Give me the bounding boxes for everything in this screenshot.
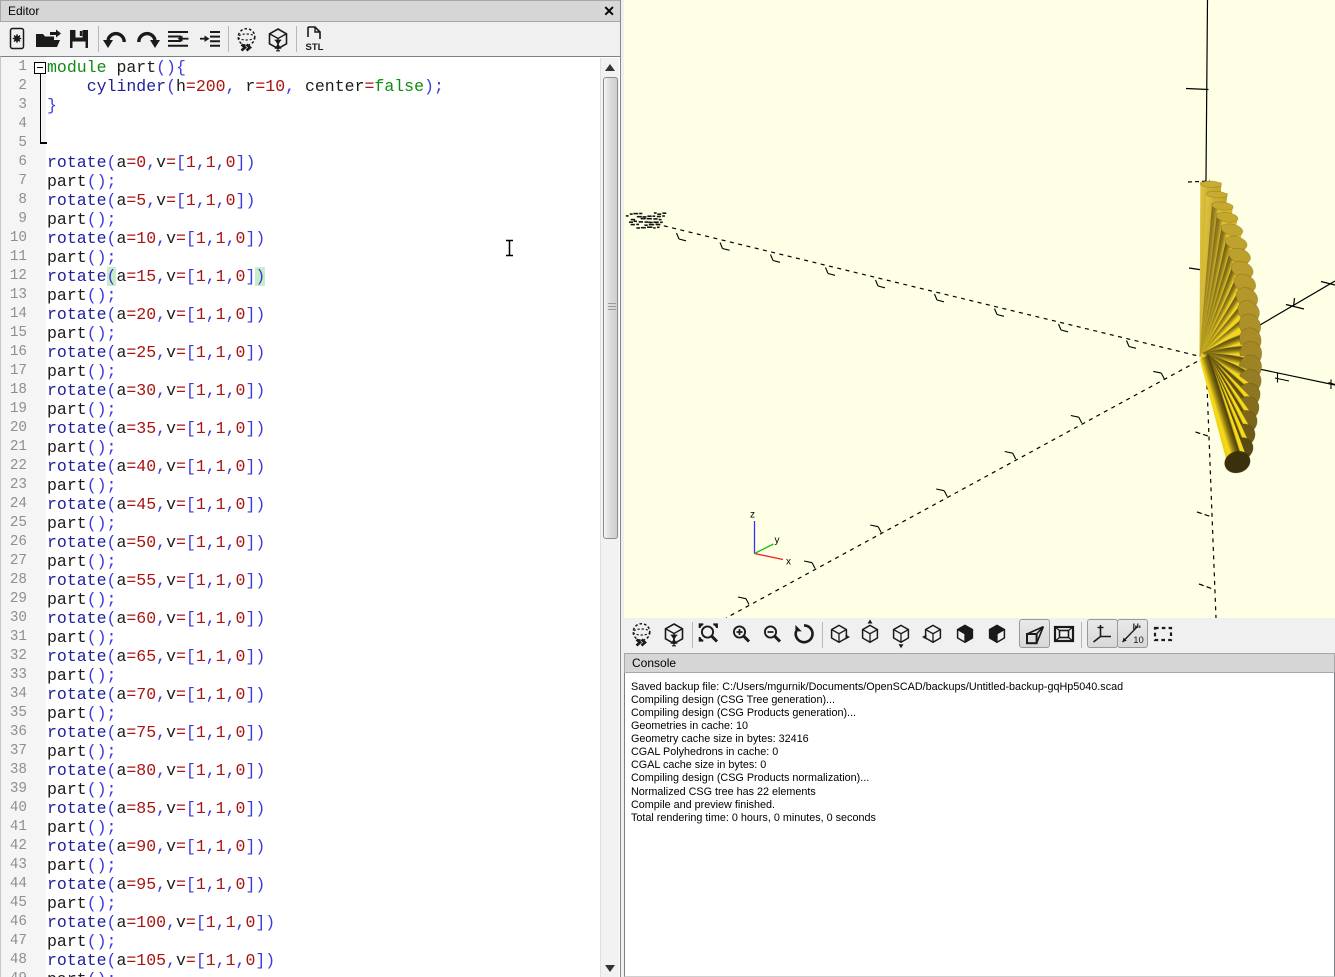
svg-text:STL: STL: [306, 42, 324, 53]
svg-text:10: 10: [1133, 635, 1144, 646]
svg-text:z: z: [750, 510, 755, 521]
svg-text:x: x: [786, 557, 791, 568]
svg-text:y: y: [775, 535, 780, 546]
